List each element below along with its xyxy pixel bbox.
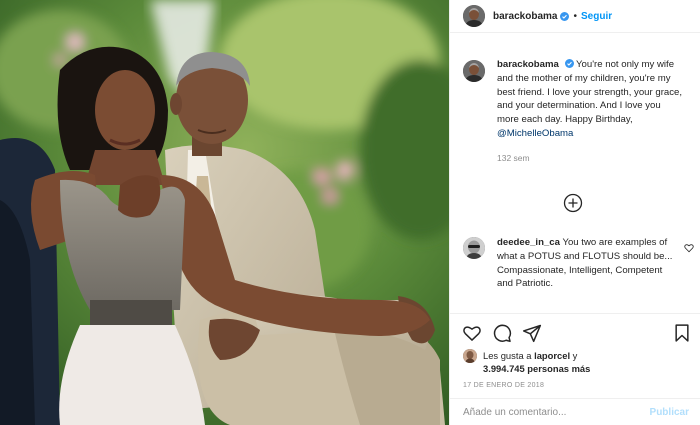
comment-item: deedee_in_ca You two are examples of wha… — [463, 236, 695, 291]
post-header: barackobama • Seguir — [450, 0, 700, 33]
liker-avatar-image — [463, 349, 477, 363]
post-details-panel: barackobama • Seguir barackobama You're … — [449, 0, 700, 425]
caption-body: barackobama You're not only my wife and … — [497, 58, 685, 166]
liker-avatar[interactable] — [463, 349, 477, 363]
likes-summary: Les gusta a laporcel y 3.994.745 persona… — [463, 349, 590, 375]
caption-username[interactable]: barackobama — [497, 59, 559, 70]
header-separator: • — [573, 10, 577, 22]
comment-bubble-icon[interactable] — [492, 323, 512, 343]
liker-username[interactable]: laporcel — [534, 350, 570, 361]
commenter-avatar-image — [463, 237, 485, 259]
post-photo[interactable] — [0, 0, 449, 425]
plus-circle-icon[interactable] — [563, 193, 583, 213]
caption-mention-link[interactable]: @MichelleObama — [497, 127, 685, 141]
verified-badge-icon — [560, 11, 570, 21]
post-date[interactable]: 17 DE ENERO DE 2018 — [463, 382, 544, 389]
commenter-avatar[interactable] — [463, 237, 485, 259]
author-avatar[interactable] — [463, 5, 485, 27]
heart-icon[interactable] — [462, 323, 482, 343]
bookmark-icon[interactable] — [672, 323, 692, 343]
couple-photo-illustration — [0, 0, 449, 425]
comment-like-heart-icon[interactable] — [684, 243, 694, 253]
caption-author-avatar[interactable] — [463, 60, 485, 82]
likes-text: Les gusta a laporcel y 3.994.745 persona… — [483, 349, 590, 375]
add-comment-bar: Publicar — [450, 398, 700, 425]
caption-verified-badge-icon — [564, 59, 574, 68]
author-username[interactable]: barackobama — [493, 11, 557, 22]
post-caption: barackobama You're not only my wife and … — [463, 58, 693, 166]
caption-time-ago[interactable]: 132 sem — [497, 152, 685, 166]
caption-avatar-image — [463, 60, 485, 82]
add-comment-input[interactable] — [463, 406, 653, 418]
author-avatar-image — [463, 5, 485, 27]
instagram-post: barackobama • Seguir barackobama You're … — [0, 0, 700, 425]
comment-body: deedee_in_ca You two are examples of wha… — [497, 236, 673, 291]
publish-button[interactable]: Publicar — [650, 407, 689, 418]
likes-joiner: y — [572, 350, 578, 361]
likes-prefix: Les gusta a — [483, 350, 532, 361]
commenter-username[interactable]: deedee_in_ca — [497, 237, 560, 248]
follow-button[interactable]: Seguir — [581, 11, 612, 22]
likes-count[interactable]: 3.994.745 personas más — [483, 363, 590, 374]
paper-plane-icon[interactable] — [522, 323, 542, 343]
